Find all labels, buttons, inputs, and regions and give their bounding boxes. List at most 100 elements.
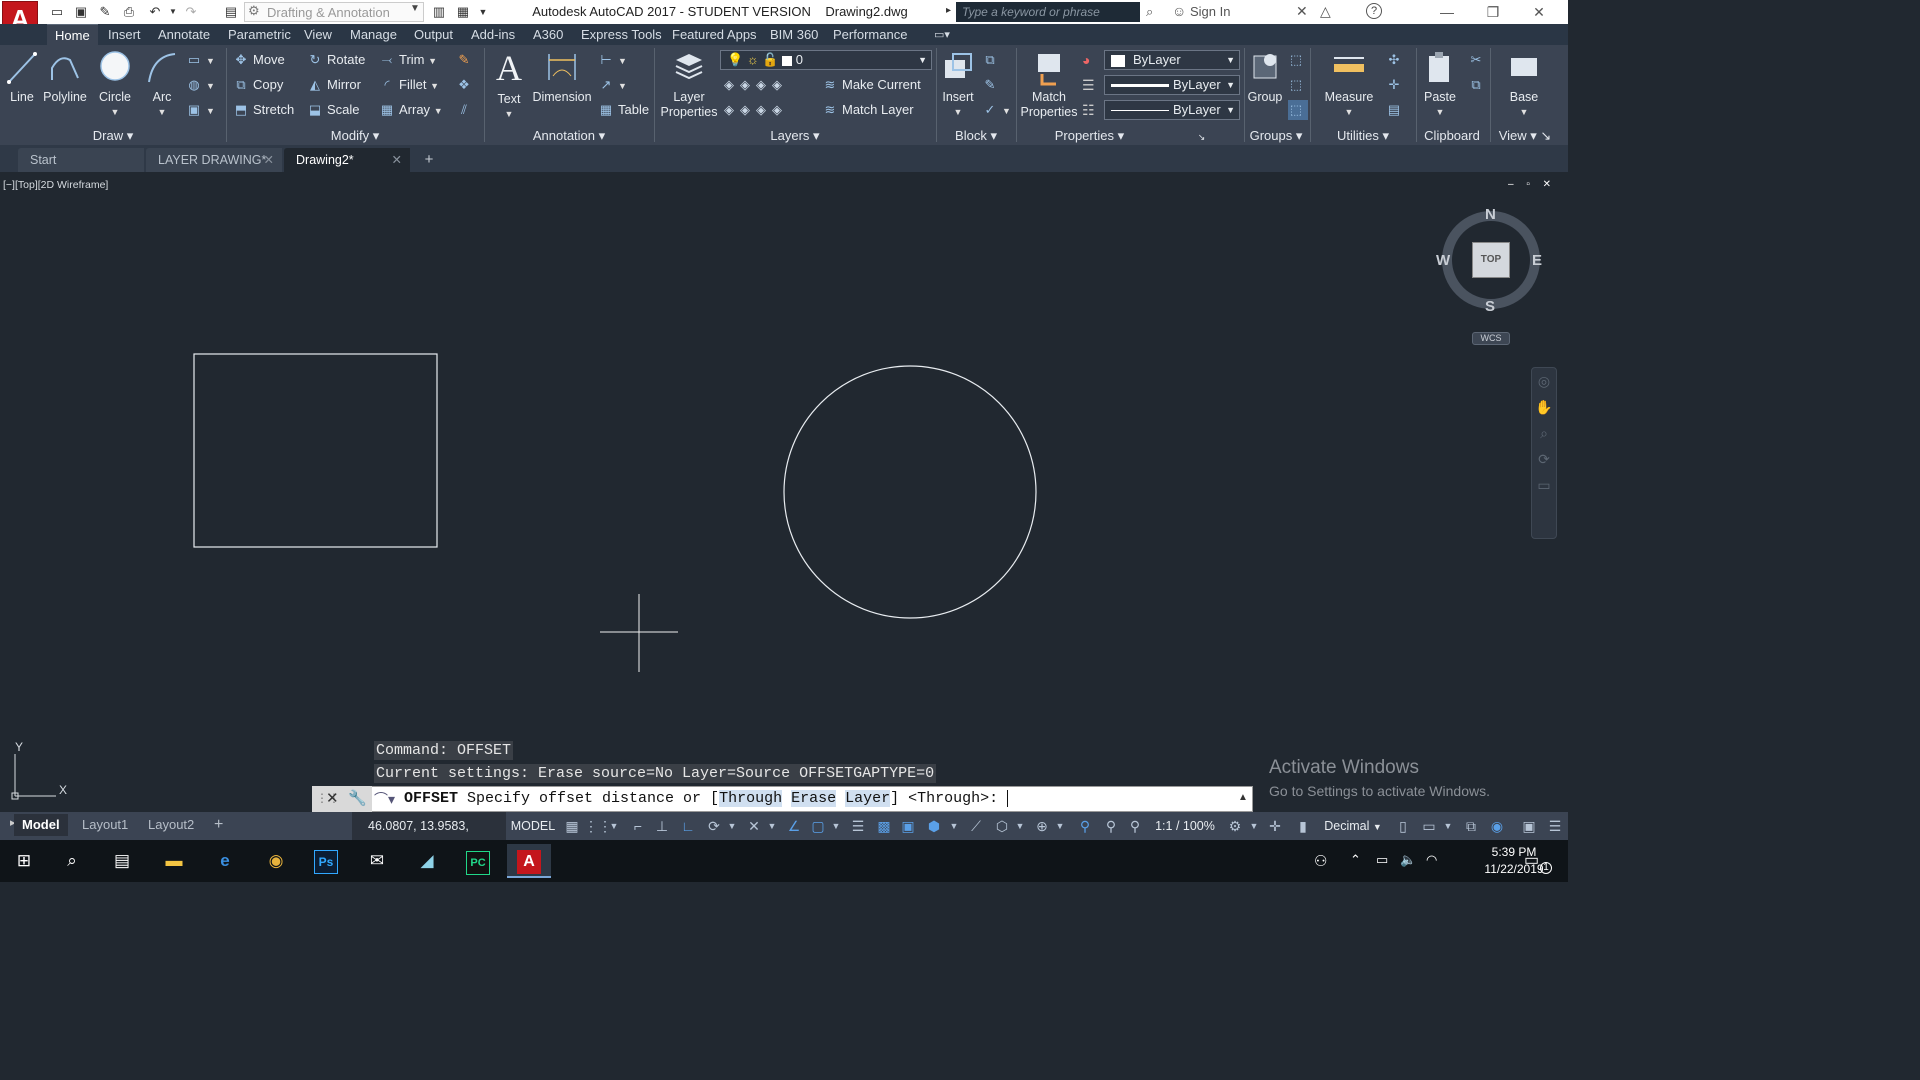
add-layout-button[interactable]: + [206, 814, 231, 836]
sign-in-link[interactable]: Sign In [1190, 4, 1230, 19]
hardware-acceleration-icon[interactable]: ◉ [1486, 812, 1508, 840]
utilities-panel-title[interactable]: Utilities ▾ [1310, 126, 1416, 145]
tab-express-tools[interactable]: Express Tools [573, 24, 670, 45]
object-snap-tracking-icon[interactable]: ∠ [784, 812, 804, 840]
command-history-toggle-icon[interactable]: ▲ [1238, 792, 1248, 803]
circle-button[interactable]: Circle ▼ [94, 50, 136, 120]
pycharm-icon[interactable]: PC [456, 844, 500, 878]
gizmo-icon[interactable]: ⊕ [1032, 812, 1052, 840]
measure-button[interactable]: Measure ▼ [1318, 50, 1380, 120]
annotation-visibility-icon[interactable]: ⚲ [1074, 812, 1096, 840]
close-icon[interactable]: ✕ [392, 148, 402, 172]
group-selection-button[interactable]: ⬚ [1288, 100, 1308, 120]
fillet-button[interactable]: ◜ Fillet ▼ [379, 75, 439, 95]
model-space-button[interactable]: MODEL [508, 812, 558, 840]
plot-icon[interactable]: ▤ [222, 3, 240, 21]
compass-south[interactable]: S [1485, 298, 1495, 315]
cut-button[interactable]: ✂ [1468, 50, 1488, 70]
edge-browser-icon[interactable]: e [203, 844, 247, 878]
mail-icon[interactable]: ✉ [355, 844, 399, 878]
recent-commands-icon[interactable]: ⌒▾ [374, 789, 395, 809]
text-button[interactable]: A Text ▼ [490, 48, 528, 122]
group-button[interactable]: Group [1246, 50, 1284, 105]
dynamic-ucs-icon[interactable]: ⟋ [966, 812, 986, 840]
clean-screen-icon[interactable]: ▣ [1518, 812, 1540, 840]
calculator-button[interactable]: ▤ [1386, 100, 1406, 120]
quick-select-button[interactable]: ✣ [1386, 50, 1406, 70]
tab-home[interactable]: Home [47, 24, 98, 45]
file-explorer-icon[interactable]: ▬ [152, 844, 196, 878]
tray-overflow-icon[interactable]: ⌃ [1350, 852, 1361, 868]
insert-button[interactable]: Insert ▼ [938, 50, 978, 120]
steering-wheel-icon[interactable]: ◎ [1532, 368, 1556, 394]
explode-button[interactable]: ❖ [456, 75, 476, 95]
stretch-button[interactable]: ⬒ Stretch [233, 100, 294, 120]
workspace-gear-icon[interactable]: ⚙ [1224, 812, 1246, 840]
tab-insert[interactable]: Insert [100, 24, 149, 45]
edit-block-button[interactable]: ✎ [982, 75, 1002, 95]
zoom-extents-icon[interactable]: ⌕ [1532, 420, 1556, 446]
volume-icon[interactable]: 🔈 [1400, 852, 1416, 868]
layer-dropdown[interactable]: 💡 ☼ 🔓 0 ▼ [720, 50, 932, 70]
layer-tools-row-2[interactable]: ◈◈◈◈ [724, 100, 788, 120]
arc-button[interactable]: Arc ▼ [142, 50, 182, 120]
pan-icon[interactable]: ✋ [1532, 394, 1556, 420]
match-layer-button[interactable]: ≋ Match Layer [822, 100, 914, 120]
new-tab-button[interactable]: + [418, 151, 440, 169]
lock-ui-icon[interactable]: ▭ [1418, 812, 1440, 840]
viewcube[interactable]: TOP N S E W [1436, 204, 1546, 315]
open-icon[interactable]: ▭ [48, 3, 66, 21]
tab-manage[interactable]: Manage [342, 24, 405, 45]
chevron-down-icon[interactable]: ▼ [764, 812, 780, 840]
compass-north[interactable]: N [1485, 206, 1496, 223]
lineweight-dropdown[interactable]: ByLayer ▼ [1104, 75, 1240, 95]
line-button[interactable]: Line [4, 50, 40, 105]
linear-dimension-button[interactable]: ⊢ ▼ [598, 50, 627, 70]
edit-attributes-button[interactable]: ✓ ▼ [982, 100, 1011, 120]
rectangle-entity[interactable] [193, 353, 438, 548]
chevron-down-icon[interactable]: ▼ [1440, 812, 1456, 840]
wcs-menu[interactable]: WCS [1472, 332, 1510, 345]
undo-dropdown-icon[interactable]: ▼ [164, 3, 182, 21]
chevron-down-icon[interactable]: ▼ [606, 812, 622, 840]
chevron-down-icon[interactable]: ▼ [142, 105, 182, 120]
color-dropdown[interactable]: ByLayer ▼ [1104, 50, 1240, 70]
wifi-icon[interactable]: ◠ [1426, 852, 1437, 868]
exchange-icon[interactable]: ✕ [1296, 3, 1308, 20]
rectangle-button[interactable]: ▭ ▼ [186, 50, 215, 70]
tab-annotate[interactable]: Annotate [150, 24, 218, 45]
tab-start[interactable]: Start [18, 148, 144, 172]
units-icon[interactable]: ▮ [1292, 812, 1314, 840]
modify-panel-title[interactable]: Modify ▾ [226, 126, 484, 145]
clipboard-panel-title[interactable]: Clipboard [1416, 126, 1488, 145]
hatch-button[interactable]: ◍ ▼ [186, 75, 215, 95]
chevron-down-icon[interactable]: ▼ [828, 812, 844, 840]
array-button[interactable]: ▦ Array ▼ [379, 100, 443, 120]
keyword-erase[interactable]: Erase [791, 790, 837, 807]
tab-performance[interactable]: Performance [825, 24, 915, 45]
orbit-icon[interactable]: ⟳ [1532, 446, 1556, 472]
selection-cycling-icon[interactable]: ▣ [898, 812, 918, 840]
tab-layer-drawing[interactable]: LAYER DRAWING* ✕ [146, 148, 282, 172]
copy-clip-button[interactable]: ⧉ [1468, 75, 1488, 95]
leader-button[interactable]: ↗ ▼ [598, 75, 627, 95]
navigation-bar[interactable]: ◎ ✋ ⌕ ⟳ ▭ [1531, 367, 1557, 539]
save-as-icon[interactable]: ✎ [96, 3, 114, 21]
app-icon[interactable]: ◢ [405, 844, 449, 878]
ungroup-button[interactable]: ⬚ [1288, 50, 1308, 70]
transparency-icon[interactable]: ▩ [874, 812, 894, 840]
undo-icon[interactable]: ↶ [146, 3, 164, 21]
windows-start-icon[interactable]: ⊞ [2, 844, 46, 878]
auto-scale-icon[interactable]: ⚲ [1100, 812, 1122, 840]
autocad-taskbar-icon[interactable]: A [507, 844, 551, 878]
chevron-down-icon[interactable]: ▼ [1504, 105, 1544, 120]
layers-panel-title[interactable]: Layers ▾ [654, 126, 936, 145]
create-block-button[interactable]: ⧉ [982, 50, 1002, 70]
chevron-down-icon[interactable]: ▼ [1052, 812, 1068, 840]
circle-entity[interactable] [783, 365, 1037, 619]
layout2-tab[interactable]: Layout2 [140, 814, 202, 836]
annotation-scale-icon[interactable]: ⚲ [1124, 812, 1146, 840]
compass-west[interactable]: W [1436, 252, 1450, 269]
move-button[interactable]: ✥ Move [233, 50, 285, 70]
share-icon[interactable]: ▥ [430, 3, 448, 21]
